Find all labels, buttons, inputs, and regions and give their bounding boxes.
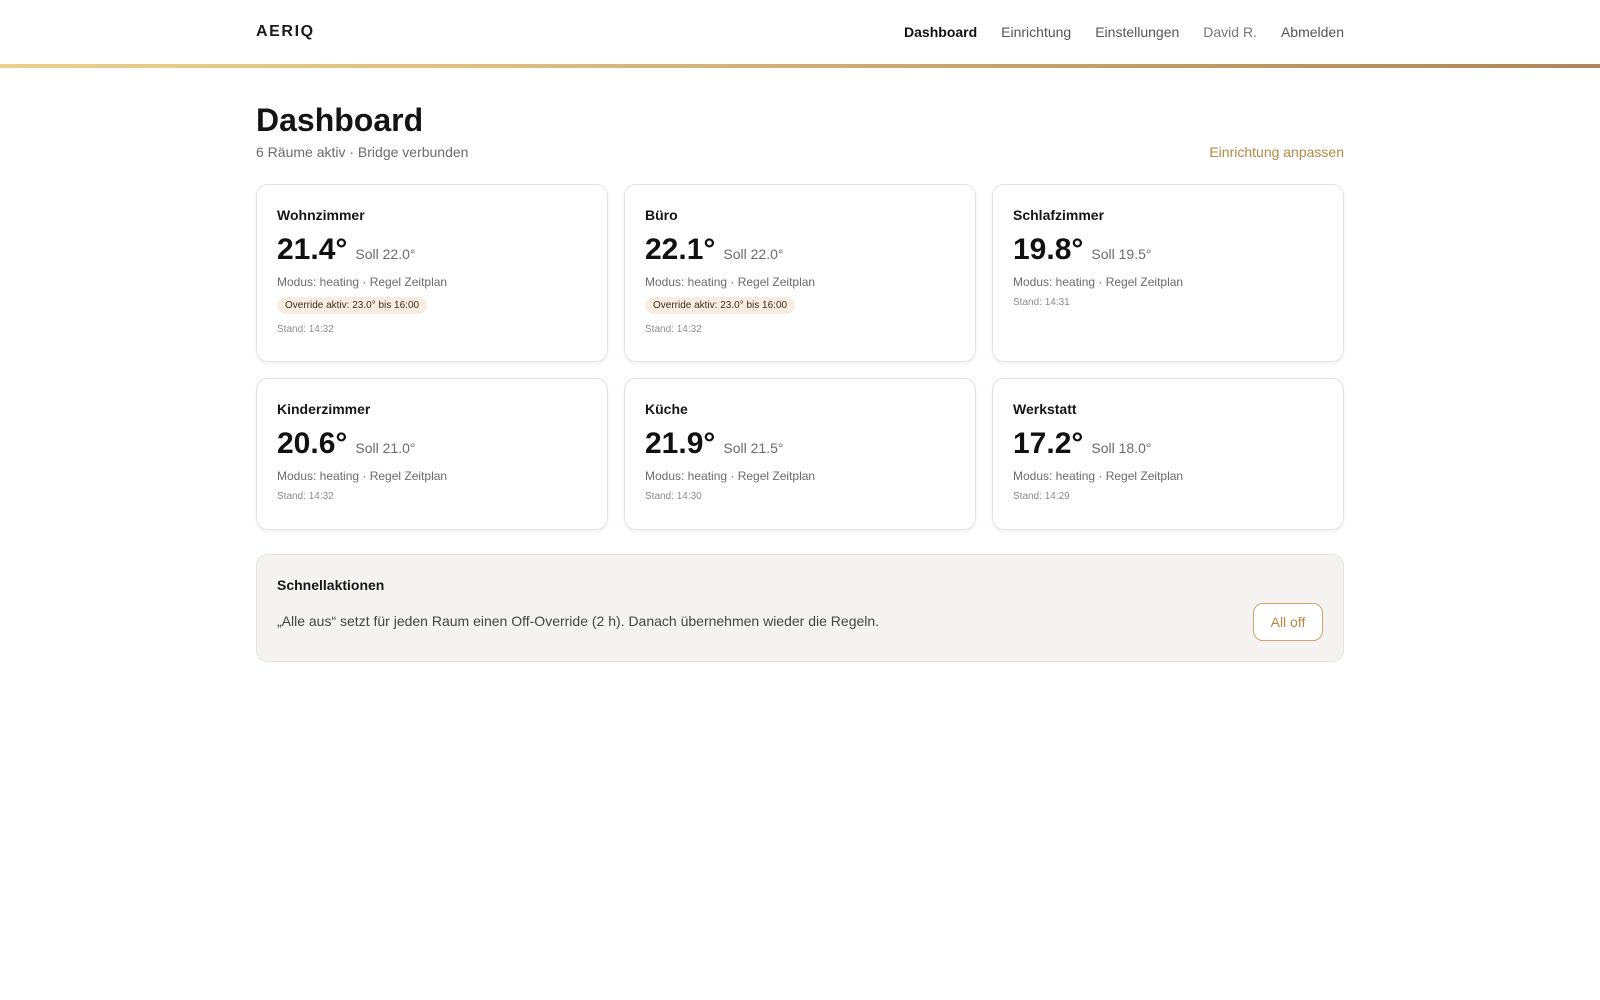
adjust-setup-link[interactable]: Einrichtung anpassen [1209,144,1344,160]
brand-logo[interactable]: AERIQ [256,23,315,41]
target-temperature: Soll 22.0° [355,246,416,262]
temperature-line: 20.6° Soll 21.0° [277,427,587,461]
current-temperature: 22.1° [645,233,716,266]
room-card-kinderzimmer[interactable]: Kinderzimmer 20.6° Soll 21.0° Modus: hea… [256,378,608,530]
timestamp: Stand: 14:32 [277,324,334,335]
mode-line: Modus: heating · Regel Zeitplan [1013,275,1184,289]
current-temperature: 19.8° [1013,233,1084,266]
mode-line: Modus: heating · Regel Zeitplan [277,469,448,483]
timestamp: Stand: 14:32 [645,324,702,335]
room-card-schlafzimmer[interactable]: Schlafzimmer 19.8° Soll 19.5° Modus: hea… [992,184,1344,362]
nav-item-einstellungen[interactable]: Einstellungen [1095,24,1179,40]
current-temperature: 20.6° [277,427,348,460]
room-name: Büro [645,207,678,223]
timestamp: Stand: 14:29 [1013,491,1070,502]
mode-line: Modus: heating · Regel Zeitplan [1013,469,1184,483]
room-grid: Wohnzimmer 21.4° Soll 22.0° Modus: heati… [256,184,1344,530]
page-subtitle: 6 Räume aktiv · Bridge verbunden [256,144,469,160]
temperature-line: 21.4° Soll 22.0° [277,233,587,267]
room-card-wohnzimmer[interactable]: Wohnzimmer 21.4° Soll 22.0° Modus: heati… [256,184,608,362]
nav-item-user[interactable]: David R. [1203,24,1257,40]
page-title: Dashboard [256,102,424,138]
target-temperature: Soll 21.5° [723,440,784,456]
target-temperature: Soll 18.0° [1091,440,1152,456]
room-name: Küche [645,401,688,417]
room-card-buero[interactable]: Büro 22.1° Soll 22.0° Modus: heating · R… [624,184,976,362]
room-name: Kinderzimmer [277,401,371,417]
page-subheader: 6 Räume aktiv · Bridge verbunden Einrich… [256,142,1344,162]
header-accent-rule [0,64,1600,68]
nav-item-abmelden[interactable]: Abmelden [1281,24,1344,40]
override-badge: Override aktiv: 23.0° bis 16:00 [277,297,428,314]
timestamp: Stand: 14:31 [1013,297,1070,308]
nav-item-einrichtung[interactable]: Einrichtung [1001,24,1071,40]
mode-line: Modus: heating · Regel Zeitplan [645,469,816,483]
main-content: Dashboard 6 Räume aktiv · Bridge verbund… [256,100,1344,662]
target-temperature: Soll 19.5° [1091,246,1152,262]
mode-line: Modus: heating · Regel Zeitplan [645,275,816,289]
quick-actions-description: „Alle aus“ setzt für jeden Raum einen Of… [277,613,880,629]
quick-actions-panel: Schnellaktionen „Alle aus“ setzt für jed… [256,554,1344,662]
top-bar: AERIQ Dashboard Einrichtung Einstellunge… [0,0,1600,64]
temperature-line: 21.9° Soll 21.5° [645,427,955,461]
top-bar-inner: AERIQ Dashboard Einrichtung Einstellunge… [256,0,1344,64]
room-name: Schlafzimmer [1013,207,1105,223]
all-off-button[interactable]: All off [1253,603,1323,641]
quick-actions-title: Schnellaktionen [277,577,385,593]
mode-line: Modus: heating · Regel Zeitplan [277,275,448,289]
current-temperature: 21.4° [277,233,348,266]
temperature-line: 22.1° Soll 22.0° [645,233,955,267]
main-nav: Dashboard Einrichtung Einstellungen Davi… [904,24,1344,40]
temperature-line: 17.2° Soll 18.0° [1013,427,1323,461]
current-temperature: 17.2° [1013,427,1084,460]
timestamp: Stand: 14:32 [277,491,334,502]
room-card-werkstatt[interactable]: Werkstatt 17.2° Soll 18.0° Modus: heatin… [992,378,1344,530]
temperature-line: 19.8° Soll 19.5° [1013,233,1323,267]
timestamp: Stand: 14:30 [645,491,702,502]
room-card-kueche[interactable]: Küche 21.9° Soll 21.5° Modus: heating · … [624,378,976,530]
room-name: Wohnzimmer [277,207,365,223]
nav-item-dashboard[interactable]: Dashboard [904,24,977,40]
override-badge: Override aktiv: 23.0° bis 16:00 [645,297,796,314]
target-temperature: Soll 21.0° [355,440,416,456]
current-temperature: 21.9° [645,427,716,460]
room-name: Werkstatt [1013,401,1077,417]
target-temperature: Soll 22.0° [723,246,784,262]
